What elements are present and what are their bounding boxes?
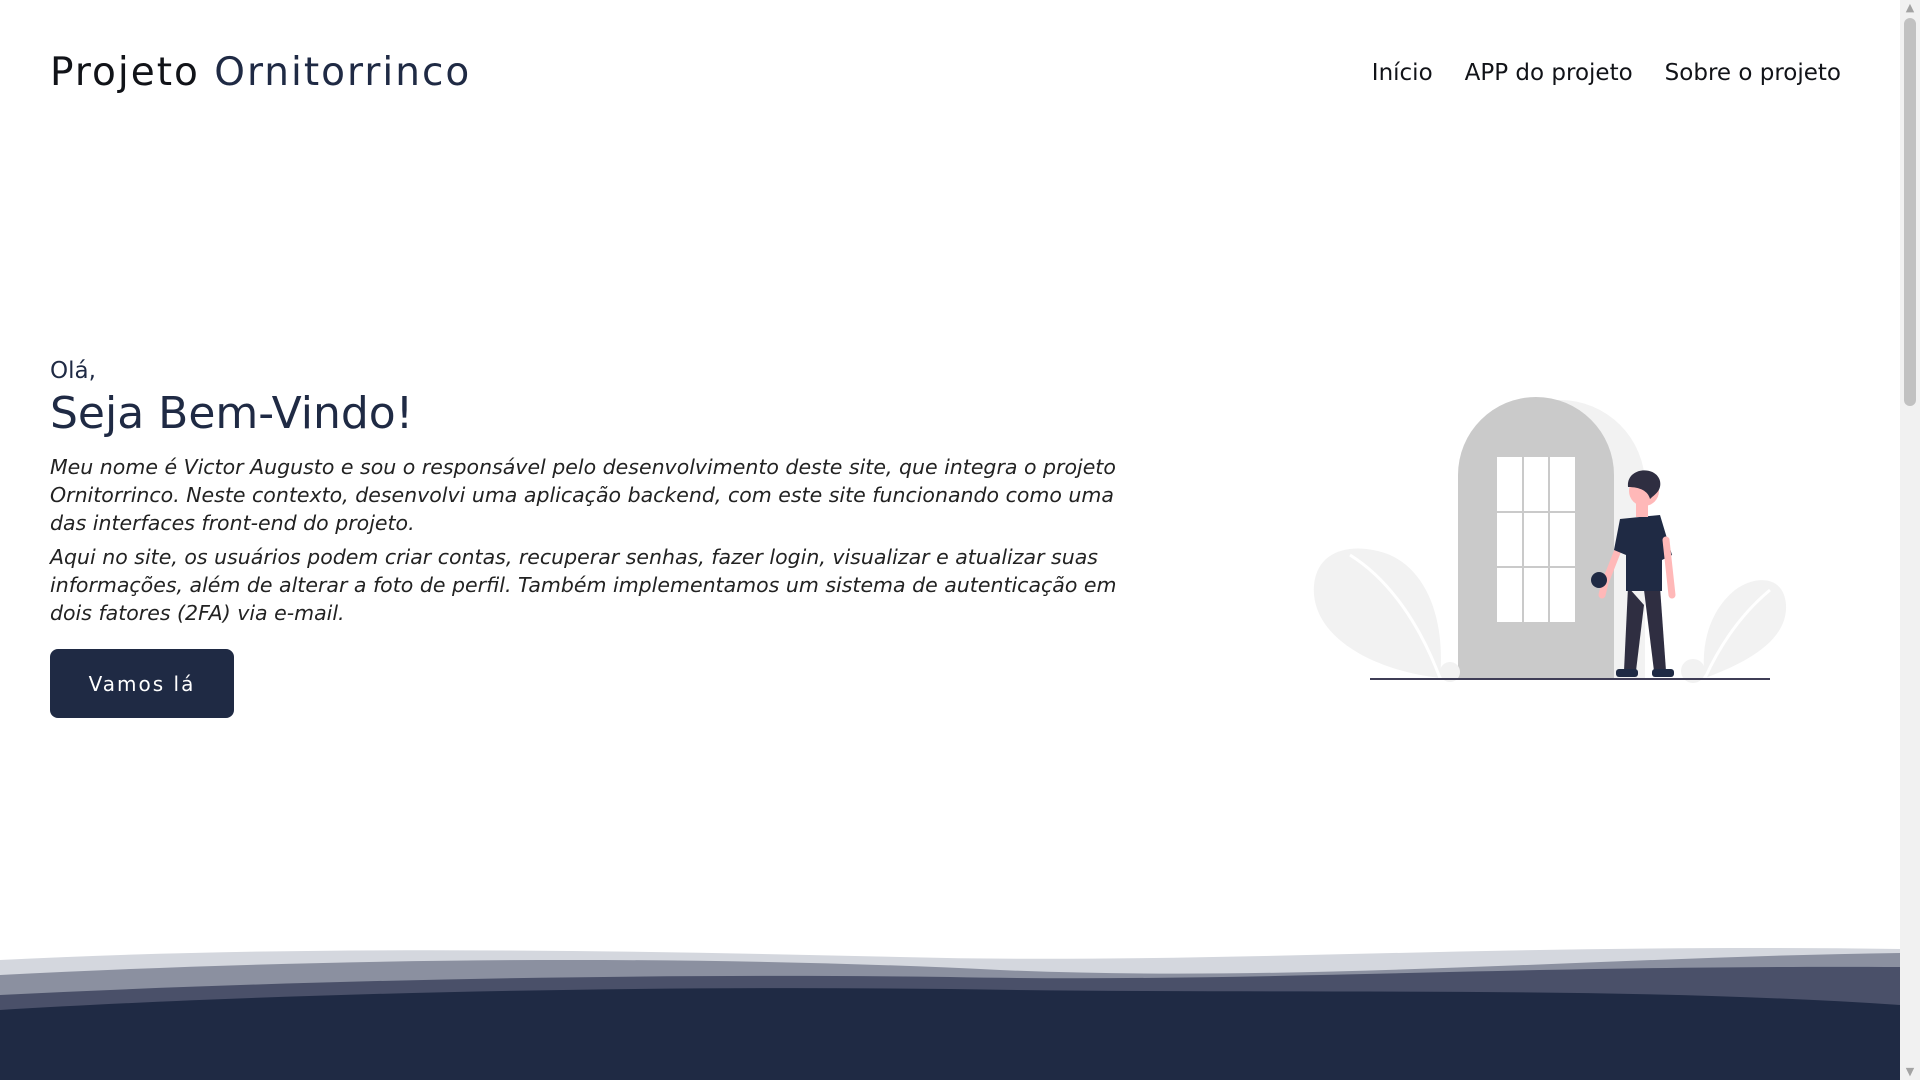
footer-waves xyxy=(0,947,1900,1080)
brand-word-ornitorrinco: Ornitorrinco xyxy=(214,50,472,95)
hero-section: Olá, Seja Bem-Vindo! Meu nome é Victor A… xyxy=(50,358,1130,718)
hero-headline: Seja Bem-Vindo! xyxy=(50,388,414,439)
page: Projeto Ornitorrinco Início APP do proje… xyxy=(0,0,1920,1080)
nav-link-app[interactable]: APP do projeto xyxy=(1465,60,1633,86)
brand-word-projeto: Projeto xyxy=(50,50,200,95)
scrollbar-thumb[interactable] xyxy=(1904,18,1916,406)
scroll-down-arrow-icon[interactable]: ▼ xyxy=(1900,1064,1920,1080)
hero-greeting: Olá, xyxy=(50,358,96,384)
hero-paragraph-features: Aqui no site, os usuários podem criar co… xyxy=(50,545,1117,625)
hero-paragraph-intro: Meu nome é Victor Augusto e sou o respon… xyxy=(50,455,1116,535)
vertical-scrollbar[interactable]: ▲ ▼ xyxy=(1900,0,1920,1080)
scroll-up-arrow-icon[interactable]: ▲ xyxy=(1900,0,1920,16)
person-at-door-illustration xyxy=(1313,397,1787,683)
vamos-la-button[interactable]: Vamos lá xyxy=(50,649,234,718)
nav-link-inicio[interactable]: Início xyxy=(1372,60,1433,86)
nav-link-sobre[interactable]: Sobre o projeto xyxy=(1665,60,1841,86)
main-nav: Início APP do projeto Sobre o projeto xyxy=(1372,60,1841,86)
site-brand[interactable]: Projeto Ornitorrinco xyxy=(50,50,471,95)
